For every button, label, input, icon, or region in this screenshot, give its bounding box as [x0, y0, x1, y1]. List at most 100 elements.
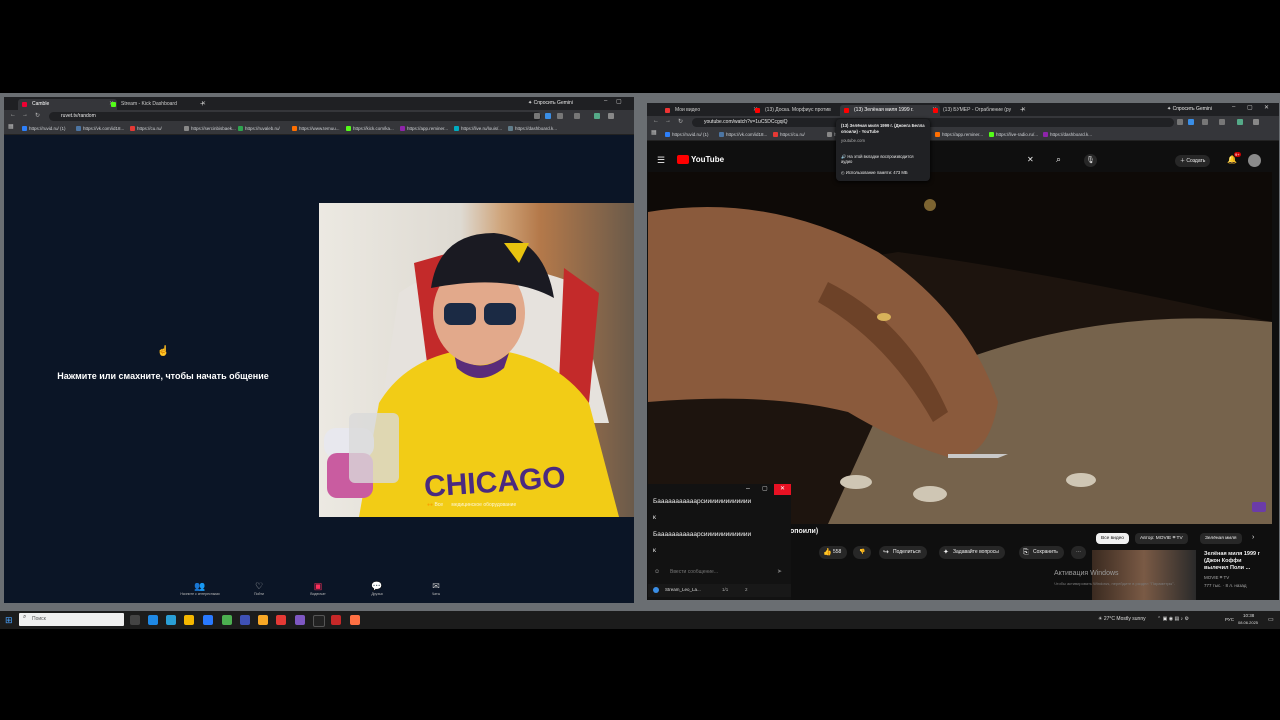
tab-green-mile[interactable]: (13) Зелёная миля 1999 г. ✕	[840, 105, 940, 116]
task-view-icon[interactable]	[130, 615, 140, 625]
app-icon[interactable]	[331, 615, 341, 625]
star-icon[interactable]	[1202, 119, 1208, 125]
ask-gemini-button[interactable]: ✦ Спросить Gemini	[524, 99, 577, 108]
weather-widget[interactable]: ☀ 27°C Mostly sunny	[1098, 616, 1146, 622]
telegram-icon[interactable]	[166, 615, 176, 625]
bottom-nav-item[interactable]: 👥 Начните с интересными	[180, 581, 220, 596]
app-icon[interactable]	[350, 615, 360, 625]
bookmark-item[interactable]: https://sercinbisbaek...	[184, 124, 236, 133]
tab-camble[interactable]: Camble ✕	[18, 99, 117, 110]
bookmark-item[interactable]: https://vk.com/id18...	[719, 130, 767, 139]
maximize-icon[interactable]: ▢	[616, 98, 622, 105]
bookmark-item[interactable]: https://ruvid.ru/ (1)	[22, 124, 66, 133]
bookmark-item[interactable]: https://vk.com/id18...	[76, 124, 124, 133]
youtube-logo-icon[interactable]	[677, 155, 689, 164]
app-icon[interactable]	[203, 615, 213, 625]
forward-icon[interactable]: →	[665, 118, 671, 124]
menu-icon[interactable]	[1253, 119, 1259, 125]
recommended-channel[interactable]: MOVIE ⌗ TV	[1204, 575, 1229, 580]
chip-all-videos[interactable]: Все видео	[1096, 533, 1129, 544]
send-icon[interactable]: ➤	[777, 568, 782, 575]
bookmark-item[interactable]: https://live-radio.ru/...	[989, 130, 1038, 139]
create-button[interactable]: ＋ Создать	[1175, 155, 1211, 167]
tab-bumer[interactable]: (13) БУМЕР - Ограбление (ру ✕	[929, 105, 1029, 116]
reload-icon[interactable]: ↻	[678, 118, 683, 125]
chat-input[interactable]	[670, 568, 770, 576]
bottom-nav-item[interactable]: ▣ Видеочат	[298, 581, 338, 596]
bottom-nav-item[interactable]: ♡ Пойти	[239, 581, 279, 596]
bookmark-item[interactable]: https://live.ru/louis/...	[454, 124, 502, 133]
minimize-icon[interactable]: –	[746, 485, 750, 492]
bookmark-item[interactable]: https://cu.ru/	[773, 130, 805, 139]
bookmark-item[interactable]: https://www.temuu...	[292, 124, 340, 133]
bottom-nav-item[interactable]: 💬 Друзья	[357, 581, 397, 596]
tab-kick-dashboard[interactable]: Stream - Kick Dashboard ✕	[107, 99, 209, 110]
like-button[interactable]: 👍 558	[819, 546, 848, 559]
forward-icon[interactable]: →	[22, 112, 28, 118]
start-chat-prompt[interactable]: Нажмите или смахните, чтобы начать общен…	[4, 371, 322, 381]
clear-search-icon[interactable]: ✕	[1027, 155, 1034, 164]
youtube-logo-text[interactable]: YouTube	[691, 155, 724, 164]
apps-grid-icon[interactable]: ▦	[651, 129, 657, 136]
avatar[interactable]	[1248, 154, 1261, 167]
bookmark-item[interactable]: https://app.reminer...	[400, 124, 448, 133]
bookmark-item[interactable]: https://ruvid.ru/ (1)	[665, 130, 709, 139]
close-window-icon[interactable]: ✕	[1264, 104, 1269, 111]
maximize-icon[interactable]: ▢	[762, 485, 768, 492]
minimize-icon[interactable]: –	[604, 98, 607, 104]
video-player[interactable]	[648, 172, 1272, 524]
bookmark-item[interactable]: https://ruvaleb.ru/	[238, 124, 280, 133]
new-tab-button[interactable]: +	[200, 99, 205, 109]
app-icon[interactable]	[295, 615, 305, 625]
url-field[interactable]: ruvet.tv/random	[49, 112, 541, 121]
share-button[interactable]: ↪ Поделиться	[879, 546, 927, 559]
ask-button[interactable]: ✦ Задавайте вопросы	[939, 546, 1005, 559]
reload-icon[interactable]: ↻	[35, 112, 40, 119]
ask-gemini-button[interactable]: ✦ Спросить Gemini	[1163, 105, 1216, 114]
download-icon[interactable]	[574, 113, 580, 119]
chevron-right-icon[interactable]: ›	[1252, 534, 1254, 541]
tray-icons[interactable]: ⌃ ▣ ◉ ▤ ♪ ⚙	[1157, 616, 1189, 622]
extension-icon[interactable]	[1237, 119, 1243, 125]
minimize-icon[interactable]: –	[1232, 104, 1235, 110]
bookmark-item[interactable]: https://app.reminer...	[935, 130, 983, 139]
app-icon[interactable]	[240, 615, 250, 625]
bookmark-item[interactable]: https://dashboard.k...	[1043, 130, 1092, 139]
menu-icon[interactable]	[608, 113, 614, 119]
close-window-icon[interactable]: ✕	[774, 484, 791, 495]
recommended-title[interactable]: Зелёная миля 1999 г (Джон Коффи вылечил …	[1204, 551, 1264, 572]
hamburger-menu-icon[interactable]: ☰	[657, 155, 665, 166]
voice-search-icon[interactable]: 🎙	[1084, 154, 1097, 167]
app-icon[interactable]	[313, 615, 325, 627]
new-tab-button[interactable]: +	[1020, 105, 1025, 115]
clock-time[interactable]: 10:38	[1243, 613, 1254, 618]
tab-my-videos[interactable]: Мои видео ✕	[661, 105, 761, 116]
star-icon[interactable]	[557, 113, 563, 119]
profile-icon[interactable]	[545, 113, 551, 119]
app-icon[interactable]	[276, 615, 286, 625]
dislike-button[interactable]: 👎	[853, 546, 872, 559]
extension-icon[interactable]	[594, 113, 600, 119]
notification-center-icon[interactable]: ▭	[1268, 616, 1274, 623]
bookmark-item[interactable]: https://cu.ru/	[130, 124, 162, 133]
bookmark-item[interactable]: https://kick.com/ka...	[346, 124, 394, 133]
bookmark-item[interactable]: https://dashboard.k...	[508, 124, 557, 133]
app-icon[interactable]	[184, 615, 194, 625]
windows-start-icon[interactable]: ⊞	[5, 615, 13, 625]
apps-grid-icon[interactable]: ▦	[8, 123, 14, 130]
extension-icon[interactable]	[534, 113, 540, 119]
save-button[interactable]: ⎘ Сохранить	[1019, 546, 1064, 559]
back-icon[interactable]: ←	[10, 112, 16, 118]
language-indicator[interactable]: РУС	[1225, 617, 1234, 622]
back-icon[interactable]: ←	[653, 118, 659, 124]
profile-icon[interactable]	[1188, 119, 1194, 125]
more-actions-button[interactable]: ⋯	[1071, 546, 1086, 559]
search-icon[interactable]: ⌕	[1056, 154, 1061, 165]
bottom-nav-item[interactable]: ✉ Чаты	[416, 581, 456, 596]
taskbar-search-box[interactable]: ⌕ Поиск	[19, 613, 124, 626]
url-field[interactable]: youtube.com/watch?v=1uC5DCcgqiQ	[692, 118, 1174, 127]
chrome-icon[interactable]	[222, 615, 232, 625]
search-icon[interactable]	[1177, 119, 1183, 125]
emote-icon[interactable]: ☺	[654, 569, 660, 575]
maximize-icon[interactable]: ▢	[1247, 104, 1253, 111]
